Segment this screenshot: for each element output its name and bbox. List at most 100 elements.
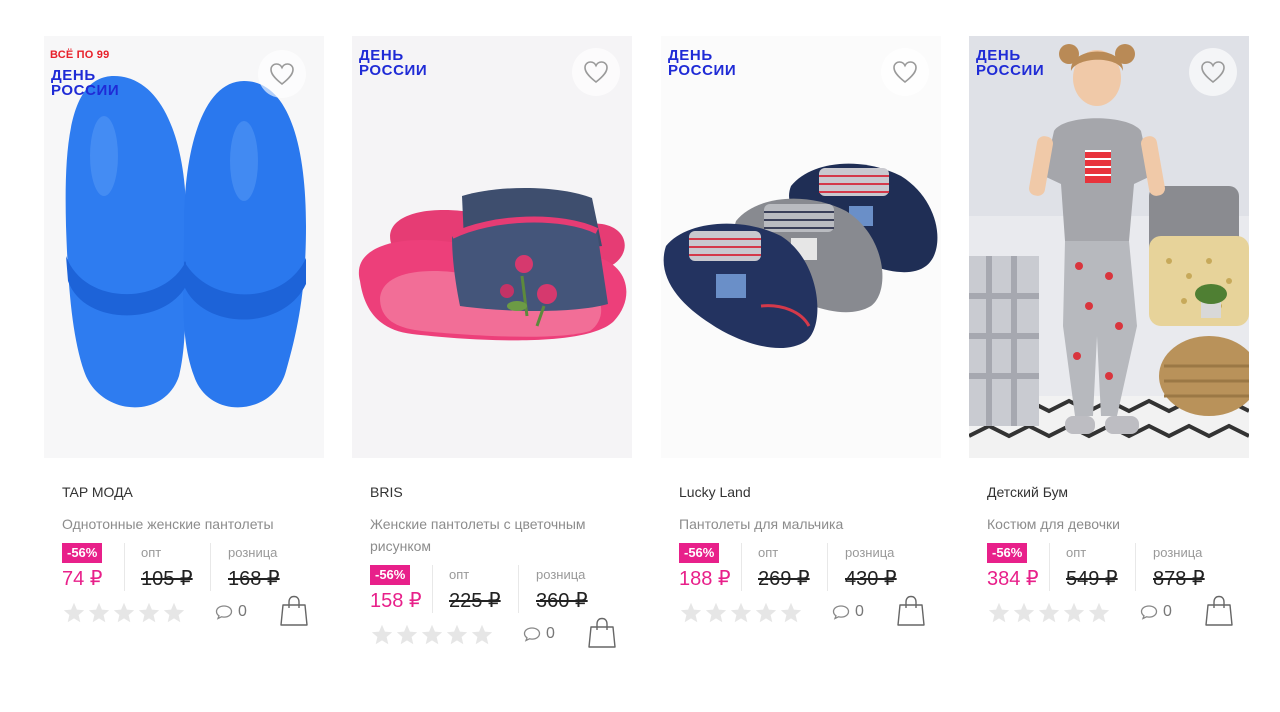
product-brand[interactable]: Lucky Land xyxy=(679,484,941,502)
rating-stars[interactable] xyxy=(62,601,186,625)
retail-price: 430 ₽ xyxy=(845,568,897,590)
heart-icon xyxy=(584,61,608,84)
star-icon[interactable] xyxy=(987,601,1011,625)
rating-stars[interactable] xyxy=(370,623,494,647)
comments-count: 0 xyxy=(238,603,247,620)
star-icon[interactable] xyxy=(370,623,394,647)
favorite-button[interactable] xyxy=(572,48,620,96)
product-title[interactable]: Костюм для девочки xyxy=(987,513,1237,535)
star-icon[interactable] xyxy=(729,601,753,625)
discount-badge: -56% xyxy=(62,543,103,563)
opt-label: опт xyxy=(449,567,470,582)
product-photo-blue-slippers xyxy=(44,36,324,458)
promo-label: ДЕНЬ РОССИИ xyxy=(359,48,427,78)
star-icon[interactable] xyxy=(87,601,111,625)
sale-tag: ВСЁ ПО 99 xyxy=(50,49,110,61)
product-card[interactable]: ДЕНЬ РОССИИ Детский Бум Костюм для девоч… xyxy=(969,36,1249,635)
price-block: -56% 158 ₽ опт 225 ₽ розница 360 ₽ xyxy=(370,565,632,613)
retail-label: розница xyxy=(1153,545,1203,560)
product-title[interactable]: Пантолеты для мальчика xyxy=(679,513,929,535)
product-image[interactable]: ДЕНЬ РОССИИ xyxy=(969,36,1249,458)
product-title[interactable]: Однотонные женские пантолеты xyxy=(62,513,312,535)
retail-label: розница xyxy=(536,567,586,582)
opt-price: 269 ₽ xyxy=(758,568,810,590)
product-title[interactable]: Женские пантолеты с цветочным рисунком xyxy=(370,513,620,557)
current-price: 188 ₽ xyxy=(679,568,731,590)
comments-count: 0 xyxy=(546,625,555,642)
star-icon[interactable] xyxy=(62,601,86,625)
star-icon[interactable] xyxy=(754,601,778,625)
shopping-bag-icon[interactable] xyxy=(587,617,617,649)
product-brand[interactable]: TAP МОДА xyxy=(62,484,324,502)
rating-stars[interactable] xyxy=(987,601,1111,625)
comment-icon xyxy=(523,627,541,642)
product-image[interactable]: ДЕНЬ РОССИИ xyxy=(661,36,941,458)
product-brand[interactable]: BRIS xyxy=(370,484,632,502)
retail-label: розница xyxy=(845,545,895,560)
star-icon[interactable] xyxy=(112,601,136,625)
promo-text: ДЕНЬ РОССИИ xyxy=(668,47,737,79)
promo-label: ДЕНЬ РОССИИ xyxy=(51,68,119,98)
product-card[interactable]: ВСЁ ПО 99 ДЕНЬ РОССИИ TAP МОДА Однотонны… xyxy=(44,36,324,635)
favorite-button[interactable] xyxy=(1189,48,1237,96)
promo-label: ДЕНЬ РОССИИ xyxy=(976,48,1044,78)
comments-link[interactable]: 0 xyxy=(215,603,247,621)
star-icon[interactable] xyxy=(1037,601,1061,625)
product-photo-pink-slippers xyxy=(352,36,632,458)
star-icon[interactable] xyxy=(1087,601,1111,625)
heart-icon xyxy=(270,63,294,86)
comments-link[interactable]: 0 xyxy=(523,625,555,643)
retail-price: 168 ₽ xyxy=(228,568,280,590)
shopping-bag-icon[interactable] xyxy=(896,595,926,627)
star-icon[interactable] xyxy=(470,623,494,647)
comment-icon xyxy=(1140,605,1158,620)
comments-count: 0 xyxy=(855,603,864,620)
comments-count: 0 xyxy=(1163,603,1172,620)
retail-price: 878 ₽ xyxy=(1153,568,1205,590)
current-price: 74 ₽ xyxy=(62,568,103,590)
retail-price: 360 ₽ xyxy=(536,590,588,612)
opt-label: опт xyxy=(1066,545,1087,560)
product-photo-boys-slippers xyxy=(661,36,941,458)
promo-text: ДЕНЬ РОССИИ xyxy=(359,47,428,79)
product-image[interactable]: ДЕНЬ РОССИИ xyxy=(352,36,632,458)
product-brand[interactable]: Детский Бум xyxy=(987,484,1249,502)
star-icon[interactable] xyxy=(137,601,161,625)
comments-link[interactable]: 0 xyxy=(832,603,864,621)
star-icon[interactable] xyxy=(704,601,728,625)
product-card[interactable]: ДЕНЬ РОССИИ BRIS Женские пантолеты с цве… xyxy=(352,36,632,657)
star-icon[interactable] xyxy=(162,601,186,625)
price-block: -56% 74 ₽ опт 105 ₽ розница 168 ₽ xyxy=(62,543,324,591)
star-icon[interactable] xyxy=(420,623,444,647)
comment-icon xyxy=(832,605,850,620)
favorite-button[interactable] xyxy=(881,48,929,96)
opt-price: 225 ₽ xyxy=(449,590,501,612)
promo-text: ДЕНЬ РОССИИ xyxy=(976,47,1045,79)
star-icon[interactable] xyxy=(1062,601,1086,625)
heart-icon xyxy=(1201,61,1225,84)
opt-label: опт xyxy=(758,545,779,560)
opt-label: опт xyxy=(141,545,162,560)
comments-link[interactable]: 0 xyxy=(1140,603,1172,621)
price-block: -56% 188 ₽ опт 269 ₽ розница 430 ₽ xyxy=(679,543,941,591)
current-price: 158 ₽ xyxy=(370,590,422,612)
star-icon[interactable] xyxy=(445,623,469,647)
shopping-bag-icon[interactable] xyxy=(279,595,309,627)
shopping-bag-icon[interactable] xyxy=(1204,595,1234,627)
product-photo-girl-pajama xyxy=(969,36,1249,458)
price-block: -56% 384 ₽ опт 549 ₽ розница 878 ₽ xyxy=(987,543,1249,591)
rating-stars[interactable] xyxy=(679,601,803,625)
retail-label: розница xyxy=(228,545,278,560)
star-icon[interactable] xyxy=(679,601,703,625)
current-price: 384 ₽ xyxy=(987,568,1039,590)
discount-badge: -56% xyxy=(370,565,411,585)
product-image[interactable]: ВСЁ ПО 99 ДЕНЬ РОССИИ xyxy=(44,36,324,458)
heart-icon xyxy=(893,61,917,84)
star-icon[interactable] xyxy=(779,601,803,625)
discount-badge: -56% xyxy=(679,543,720,563)
star-icon[interactable] xyxy=(1012,601,1036,625)
favorite-button[interactable] xyxy=(258,50,306,98)
promo-label: ДЕНЬ РОССИИ xyxy=(668,48,736,78)
product-card[interactable]: ДЕНЬ РОССИИ Lucky Land Пантолеты для мал… xyxy=(661,36,941,635)
star-icon[interactable] xyxy=(395,623,419,647)
